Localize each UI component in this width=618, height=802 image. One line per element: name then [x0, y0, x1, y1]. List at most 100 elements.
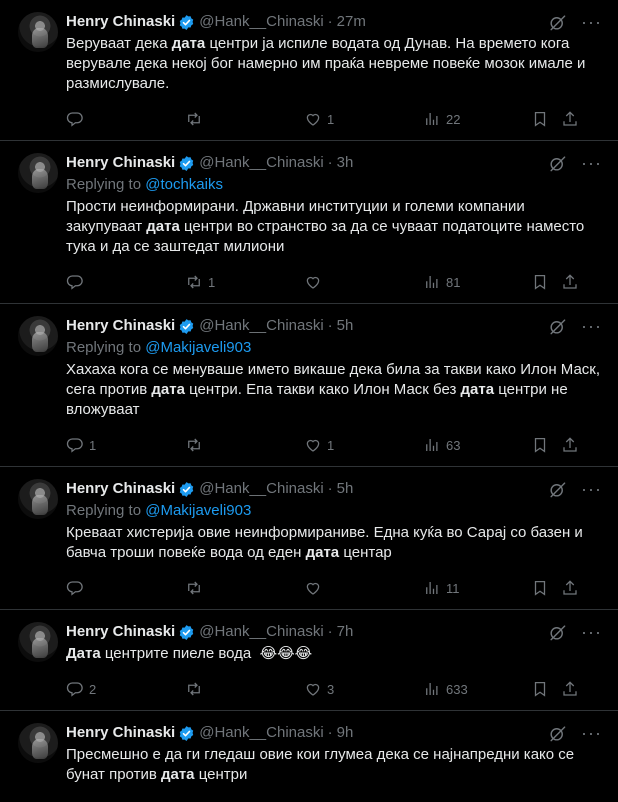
more-icon[interactable]: ··· — [581, 317, 602, 335]
reply-button[interactable]: 1 — [66, 436, 185, 454]
repost-button[interactable] — [185, 579, 304, 597]
views-button[interactable]: 633 — [423, 680, 531, 698]
author-handle[interactable]: @Hank__Chinaski — [199, 12, 323, 32]
author-name[interactable]: Henry Chinaski — [66, 479, 175, 499]
tweet-6[interactable]: Henry Chinaski @Hank__Chinaski · 9h ··· — [0, 711, 618, 802]
share-button[interactable] — [561, 110, 591, 128]
bookmark-button[interactable] — [531, 110, 561, 128]
avatar[interactable] — [18, 723, 58, 763]
author-name[interactable]: Henry Chinaski — [66, 723, 175, 743]
avatar[interactable] — [18, 479, 58, 519]
more-icon[interactable]: ··· — [581, 154, 602, 172]
views-button[interactable]: 22 — [423, 110, 531, 128]
tweet-actions: 1 81 — [66, 261, 602, 303]
views-count: 11 — [446, 580, 460, 596]
more-icon[interactable]: ··· — [581, 480, 602, 498]
more-icon[interactable]: ··· — [581, 623, 602, 641]
repost-button[interactable] — [185, 110, 304, 128]
bookmark-icon — [534, 437, 546, 453]
grok-icon[interactable] — [548, 13, 567, 32]
verified-badge-icon — [179, 318, 194, 334]
grok-icon[interactable] — [548, 724, 567, 743]
author-name[interactable]: Henry Chinaski — [66, 622, 175, 642]
share-button[interactable] — [561, 273, 591, 291]
author-handle[interactable]: @Hank__Chinaski — [199, 479, 323, 499]
reply-icon — [66, 682, 83, 697]
share-icon — [563, 681, 577, 696]
replying-to-mention[interactable]: @Makijaveli903 — [145, 502, 251, 519]
repost-icon — [188, 275, 200, 289]
more-icon[interactable]: ··· — [581, 13, 602, 31]
like-button[interactable] — [304, 273, 423, 291]
tweet-header-actions: ··· — [548, 623, 602, 642]
reply-button[interactable] — [66, 273, 185, 291]
reply-button[interactable]: 2 — [66, 680, 185, 698]
grok-icon[interactable] — [548, 480, 567, 499]
more-icon[interactable]: ··· — [581, 724, 602, 742]
like-button[interactable]: 3 — [304, 680, 423, 698]
reply-count: 2 — [89, 681, 97, 697]
author-name[interactable]: Henry Chinaski — [66, 12, 175, 32]
text-segment: центар — [339, 544, 392, 561]
like-button[interactable]: 1 — [304, 110, 423, 128]
tweet-time[interactable]: 7h — [337, 622, 354, 642]
reply-button[interactable] — [66, 579, 185, 597]
like-button[interactable]: 1 — [304, 436, 423, 454]
tweet-header: Henry Chinaski @Hank__Chinaski · 9h ··· — [66, 723, 602, 743]
avatar[interactable] — [18, 622, 58, 662]
avatar[interactable] — [18, 153, 58, 193]
author-name[interactable]: Henry Chinaski — [66, 316, 175, 336]
tweet-time[interactable]: 9h — [337, 723, 354, 743]
views-button[interactable]: 81 — [423, 273, 531, 291]
grok-icon[interactable] — [548, 317, 567, 336]
tweet-actions: 1 22 — [66, 98, 602, 140]
tweet-time[interactable]: 5h — [337, 316, 354, 336]
bookmark-button[interactable] — [531, 273, 561, 291]
repost-button[interactable] — [185, 436, 304, 454]
author-handle[interactable]: @Hank__Chinaski — [199, 316, 323, 336]
share-button[interactable] — [561, 579, 591, 597]
verified-badge-icon — [179, 725, 194, 741]
author-handle[interactable]: @Hank__Chinaski — [199, 622, 323, 642]
repost-button[interactable] — [185, 680, 304, 698]
author-handle[interactable]: @Hank__Chinaski — [199, 153, 323, 173]
tweet-3[interactable]: Henry Chinaski @Hank__Chinaski · 5h ··· — [0, 304, 618, 467]
tweet-4[interactable]: Henry Chinaski @Hank__Chinaski · 5h ··· — [0, 467, 618, 610]
grok-icon[interactable] — [548, 154, 567, 173]
author-handle[interactable]: @Hank__Chinaski — [199, 723, 323, 743]
text-segment: Пресмешно е да ги гледаш овие кои глумеа… — [66, 746, 579, 783]
grok-icon[interactable] — [548, 623, 567, 642]
bookmark-button[interactable] — [531, 680, 561, 698]
repost-button[interactable]: 1 — [185, 273, 304, 291]
repost-icon — [188, 112, 200, 126]
separator-dot: · — [327, 623, 333, 640]
tweet-1[interactable]: Henry Chinaski @Hank__Chinaski · 27m ··· — [0, 0, 618, 141]
highlighted-term: Дата — [66, 645, 101, 662]
author-name[interactable]: Henry Chinaski — [66, 153, 175, 173]
tweet-header: Henry Chinaski @Hank__Chinaski · 5h ··· — [66, 479, 602, 499]
tweet-5[interactable]: Henry Chinaski @Hank__Chinaski · 7h ··· — [0, 610, 618, 711]
avatar[interactable] — [18, 316, 58, 356]
views-button[interactable]: 11 — [423, 579, 531, 597]
separator-dot: · — [327, 724, 333, 741]
share-icon — [563, 580, 577, 595]
like-button[interactable] — [304, 579, 423, 597]
tweet-2[interactable]: Henry Chinaski @Hank__Chinaski · 3h ··· — [0, 141, 618, 304]
replying-to-label: Replying to — [66, 176, 142, 193]
share-button[interactable] — [561, 436, 591, 454]
share-button[interactable] — [561, 680, 591, 698]
reply-button[interactable] — [66, 110, 185, 128]
tweet-time[interactable]: 27m — [337, 12, 366, 32]
bookmark-button[interactable] — [531, 579, 561, 597]
tweet-body: Henry Chinaski @Hank__Chinaski · 27m ··· — [66, 12, 602, 140]
bookmark-button[interactable] — [531, 436, 561, 454]
share-icon — [563, 437, 577, 452]
tweet-time[interactable]: 3h — [337, 153, 354, 173]
replying-to-mention[interactable]: @tochkaiks — [145, 176, 223, 193]
views-count: 633 — [446, 681, 468, 697]
tweet-time[interactable]: 5h — [337, 479, 354, 499]
avatar[interactable] — [18, 12, 58, 52]
replying-to: Replying to @Makijaveli903 — [66, 338, 602, 358]
views-button[interactable]: 63 — [423, 436, 531, 454]
replying-to-mention[interactable]: @Makijaveli903 — [145, 339, 251, 356]
